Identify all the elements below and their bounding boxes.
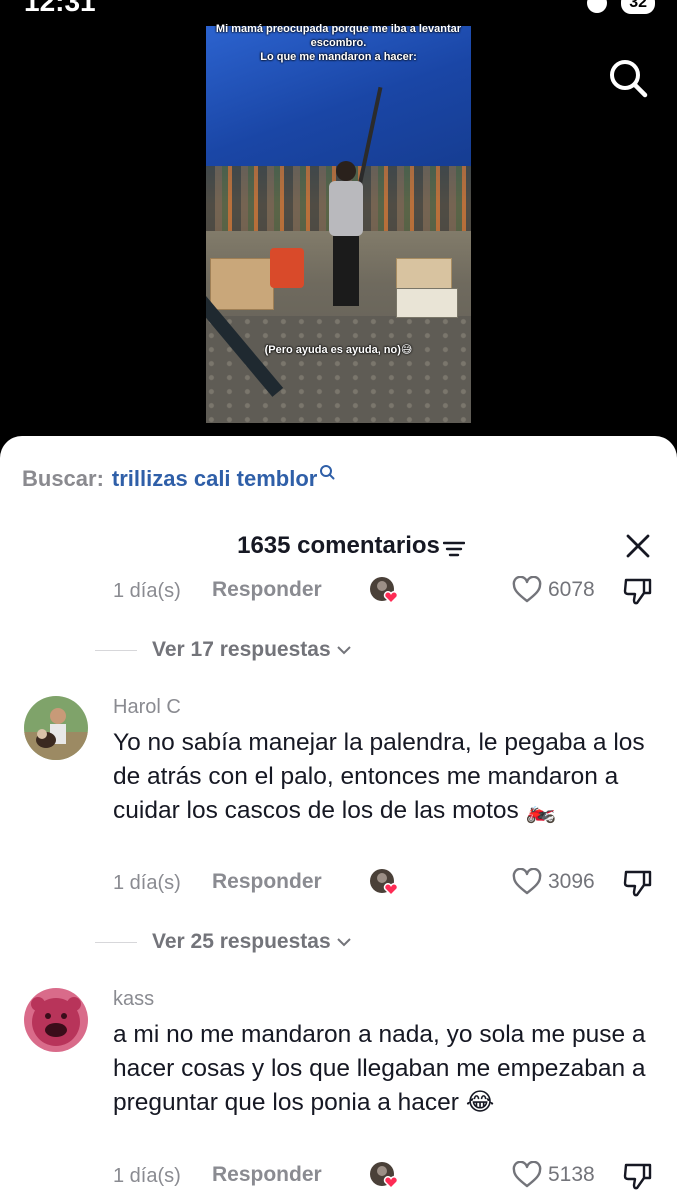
video-ground	[206, 316, 471, 423]
video-caption-top: Mi mamá preocupada porque me iba a levan…	[215, 23, 462, 63]
comment-text: a mi no me mandaron a nada, yo sola me p…	[113, 1021, 646, 1116]
replies-divider	[95, 941, 137, 943]
video-bag	[270, 248, 304, 288]
heart-icon	[512, 1161, 542, 1188]
like-button[interactable]: 5138	[512, 1161, 595, 1189]
comment-username[interactable]: kass	[113, 988, 154, 1011]
like-count: 6078	[548, 578, 595, 601]
comment-actions: 1 día(s) Responder 3096	[0, 868, 677, 900]
thumbs-down-icon	[623, 870, 652, 897]
filter-icon[interactable]	[443, 540, 465, 558]
comments-header: 1635 comentarios	[0, 532, 677, 566]
heart-icon	[512, 576, 542, 603]
status-time: 12:31	[24, 0, 96, 17]
comment-time: 1 día(s)	[113, 580, 181, 602]
search-suggestion[interactable]: Buscar: trillizas cali temblor	[22, 465, 335, 492]
view-replies-button[interactable]: Ver 25 respuestas	[95, 928, 351, 956]
avatar[interactable]	[24, 988, 88, 1052]
reply-button[interactable]: Responder	[212, 578, 322, 602]
comment-time: 1 día(s)	[113, 1165, 181, 1187]
chevron-down-icon	[336, 646, 351, 655]
video-box	[210, 258, 274, 310]
thumbs-down-icon	[623, 1163, 652, 1190]
search-icon	[320, 465, 335, 480]
battery-indicator: 32	[621, 0, 655, 14]
reply-button[interactable]: Responder	[212, 1163, 322, 1187]
creator-liked-badge	[369, 576, 401, 606]
like-count: 5138	[548, 1163, 595, 1186]
replies-divider	[95, 649, 137, 651]
comment-actions: 1 día(s) Responder 6078	[0, 576, 677, 608]
dislike-button[interactable]	[622, 868, 654, 903]
comment-actions: 1 día(s) Responder 5138	[0, 1161, 677, 1193]
search-icon	[610, 60, 648, 98]
view-replies-label: Ver 25 respuestas	[152, 930, 331, 953]
like-button[interactable]: 6078	[512, 576, 595, 604]
close-button[interactable]	[624, 532, 652, 560]
status-bar: 12:31 32	[0, 0, 677, 17]
creator-liked-badge	[369, 868, 401, 898]
close-icon	[626, 534, 650, 558]
avatar[interactable]	[24, 696, 88, 760]
comment-username[interactable]: Harol C	[113, 696, 181, 719]
creator-liked-badge	[369, 1161, 401, 1191]
video-caption-bottom: (Pero ayuda es ayuda, no)😅	[264, 344, 413, 356]
search-suggestion-label: Buscar:	[22, 466, 104, 491]
like-button[interactable]: 3096	[512, 868, 595, 896]
video-person	[326, 161, 366, 311]
notification-dot-icon	[587, 0, 608, 13]
view-replies-label: Ver 17 respuestas	[152, 638, 331, 661]
comment-count: 1635 comentarios	[237, 532, 440, 559]
thumbs-down-icon	[623, 578, 652, 605]
like-count: 3096	[548, 870, 595, 893]
comment-time: 1 día(s)	[113, 872, 181, 894]
heart-icon	[512, 868, 542, 895]
comment-text: Yo no sabía manejar la palendra, le pega…	[113, 729, 645, 824]
view-replies-button[interactable]: Ver 17 respuestas	[95, 636, 351, 664]
dislike-button[interactable]	[622, 1161, 654, 1196]
comments-sheet: Buscar: trillizas cali temblor 1635 come…	[0, 436, 677, 1200]
video-crate	[396, 288, 458, 318]
search-button[interactable]	[606, 56, 650, 100]
search-suggestion-term[interactable]: trillizas cali temblor	[112, 466, 317, 492]
video-player[interactable]	[206, 26, 471, 423]
chevron-down-icon	[336, 938, 351, 947]
status-icons: 32	[587, 0, 655, 14]
dislike-button[interactable]	[622, 576, 654, 611]
reply-button[interactable]: Responder	[212, 870, 322, 894]
